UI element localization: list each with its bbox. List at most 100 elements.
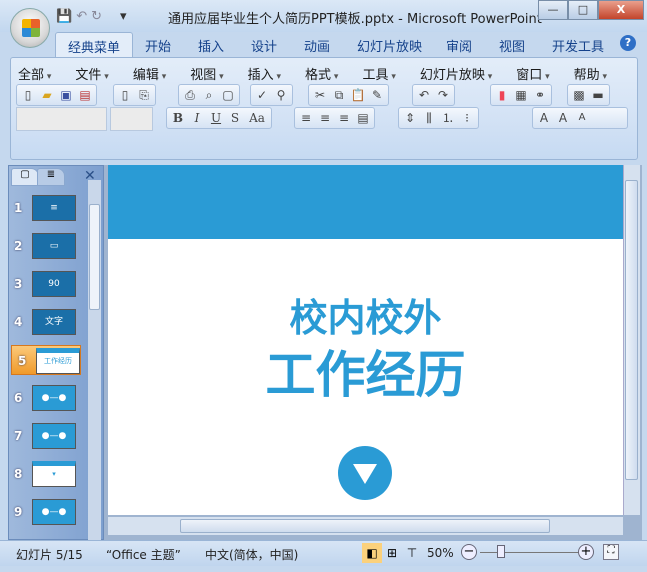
slide-thumbnail-4[interactable]: 4 文字	[8, 307, 88, 339]
fit-to-window-icon[interactable]: ⛶	[603, 544, 619, 560]
open-icon[interactable]: ▰	[39, 87, 55, 103]
menu-tools[interactable]: 工具	[362, 64, 395, 83]
menu-all[interactable]: 全部	[18, 64, 51, 83]
grow-font-icon[interactable]: A	[555, 110, 571, 126]
chart-icon[interactable]: ▮	[494, 87, 510, 103]
tab-classic-menu[interactable]: 经典菜单	[55, 32, 134, 60]
tab-home[interactable]: 开始	[145, 36, 171, 55]
tab-animation[interactable]: 动画	[304, 36, 330, 55]
slide-thumbnail-6[interactable]: 6 ●—●	[8, 383, 88, 415]
zoom-slider[interactable]	[480, 552, 580, 553]
slideshow-icon[interactable]: ⊤	[402, 543, 422, 563]
menu-help[interactable]: 帮助	[574, 64, 607, 83]
spelling-group: ✓ ⚲	[250, 84, 293, 106]
customize-qat-icon[interactable]: ▾	[120, 9, 127, 24]
underline-button[interactable]: U	[208, 110, 224, 126]
menu-edit[interactable]: 编辑	[133, 64, 166, 83]
save-icon[interactable]: ▣	[58, 87, 74, 103]
normal-view-icon[interactable]: ◧	[362, 543, 382, 563]
redo-icon[interactable]: ↷	[435, 87, 451, 103]
slide-thumbnail-3[interactable]: 3 90	[8, 269, 88, 301]
bullets-icon[interactable]: ⁝	[459, 110, 475, 126]
italic-button[interactable]: I	[189, 110, 205, 126]
menu-insert[interactable]: 插入	[248, 64, 281, 83]
slide-sorter-icon[interactable]: ⊞	[382, 543, 402, 563]
justify-icon[interactable]: ▤	[355, 110, 371, 126]
save-icon[interactable]: 💾	[56, 9, 72, 24]
close-button[interactable]: X	[598, 0, 644, 20]
research-icon[interactable]: ⚲	[273, 87, 289, 103]
office-button[interactable]	[10, 8, 50, 48]
tab-developer[interactable]: 开发工具	[552, 36, 604, 55]
tab-review[interactable]: 审阅	[446, 36, 472, 55]
slides-tab-icon[interactable]: ▢	[11, 168, 39, 186]
shrink-font-icon[interactable]: A	[574, 110, 590, 126]
slide-thumbnail-9[interactable]: 9 ●—●	[8, 497, 88, 529]
table-icon[interactable]: ▦	[513, 87, 529, 103]
language-status[interactable]: 中文(简体，中国)	[205, 546, 298, 563]
redo-icon[interactable]: ↻	[91, 9, 102, 24]
font-name-select[interactable]	[16, 107, 107, 131]
zoom-out-icon[interactable]: −	[461, 544, 477, 560]
slide-title[interactable]: 工作经历	[108, 335, 623, 407]
help-icon[interactable]: ?	[620, 35, 636, 51]
undo-icon[interactable]: ↶	[76, 9, 87, 24]
frame-icon[interactable]: ▢	[220, 87, 236, 103]
menu-format[interactable]: 格式	[305, 64, 338, 83]
color-icon[interactable]: ▬	[590, 87, 606, 103]
outline-tab-icon[interactable]: ≣	[37, 168, 65, 186]
tab-view[interactable]: 视图	[499, 36, 525, 55]
slide-thumbnail-8[interactable]: 8 ▾	[8, 459, 88, 491]
minimize-button[interactable]: —	[538, 0, 568, 20]
panel-scrollbar[interactable]	[88, 180, 101, 540]
slide-number: 1	[14, 201, 23, 215]
menu-file[interactable]: 文件	[75, 64, 108, 83]
font-style-group: B I U S Aa	[166, 107, 272, 129]
slide-thumbnail-7[interactable]: 7 ●—●	[8, 421, 88, 453]
spelling-icon[interactable]: ✓	[254, 87, 270, 103]
office-logo-icon	[22, 19, 40, 37]
slide-preview: ●—●	[32, 499, 76, 525]
zoom-level[interactable]: 50%	[427, 546, 454, 560]
permission-icon[interactable]: ▤	[77, 87, 93, 103]
numbering-icon[interactable]: ⒈	[440, 110, 456, 126]
horizontal-scroll-thumb[interactable]	[180, 519, 550, 533]
text-direction-icon[interactable]: ⫼	[421, 110, 437, 126]
tab-insert[interactable]: 插入	[198, 36, 224, 55]
align-right-icon[interactable]: ≡	[336, 110, 352, 126]
tab-slideshow[interactable]: 幻灯片放映	[357, 36, 422, 55]
zoom-in-icon[interactable]: +	[578, 544, 594, 560]
font-color-icon[interactable]: A	[536, 110, 552, 126]
cut-icon[interactable]: ✂	[312, 87, 328, 103]
zoom-slider-thumb[interactable]	[497, 545, 505, 558]
attach-icon[interactable]: ⎘	[136, 87, 152, 103]
format-painter-icon[interactable]: ✎	[369, 87, 385, 103]
document-icon[interactable]: ▯	[117, 87, 133, 103]
slide-subtitle[interactable]: 校内校外	[108, 287, 623, 342]
paste-icon[interactable]: 📋	[350, 87, 366, 103]
bold-button[interactable]: B	[170, 110, 186, 126]
new-icon[interactable]: ▯	[20, 87, 36, 103]
font-size-select[interactable]	[110, 107, 153, 131]
menu-view[interactable]: 视图	[190, 64, 223, 83]
line-spacing-icon[interactable]: ⇕	[402, 110, 418, 126]
undo-icon[interactable]: ↶	[416, 87, 432, 103]
slide-thumbnail-5[interactable]: 5 工作经历	[11, 345, 81, 375]
tab-design[interactable]: 设计	[251, 36, 277, 55]
copy-icon[interactable]: ⧉	[331, 87, 347, 103]
print-preview-icon[interactable]: ⌕	[201, 87, 217, 103]
layout-icon[interactable]: ▩	[571, 87, 587, 103]
align-center-icon[interactable]: ≡	[317, 110, 333, 126]
slide-thumbnail-1[interactable]: 1 ≡	[8, 193, 88, 225]
hyperlink-icon[interactable]: ⚭	[532, 87, 548, 103]
vertical-scroll-thumb[interactable]	[625, 180, 638, 480]
align-left-icon[interactable]: ≡	[298, 110, 314, 126]
print-group: ⎙ ⌕ ▢	[178, 84, 240, 106]
change-case-button[interactable]: Aa	[246, 110, 268, 126]
maximize-button[interactable]: □	[568, 0, 598, 20]
shadow-button[interactable]: S	[227, 110, 243, 126]
menu-slideshow[interactable]: 幻灯片放映	[420, 64, 492, 83]
slide-thumbnail-2[interactable]: 2 ▭	[8, 231, 88, 263]
menu-window[interactable]: 窗口	[516, 64, 549, 83]
print-icon[interactable]: ⎙	[182, 87, 198, 103]
